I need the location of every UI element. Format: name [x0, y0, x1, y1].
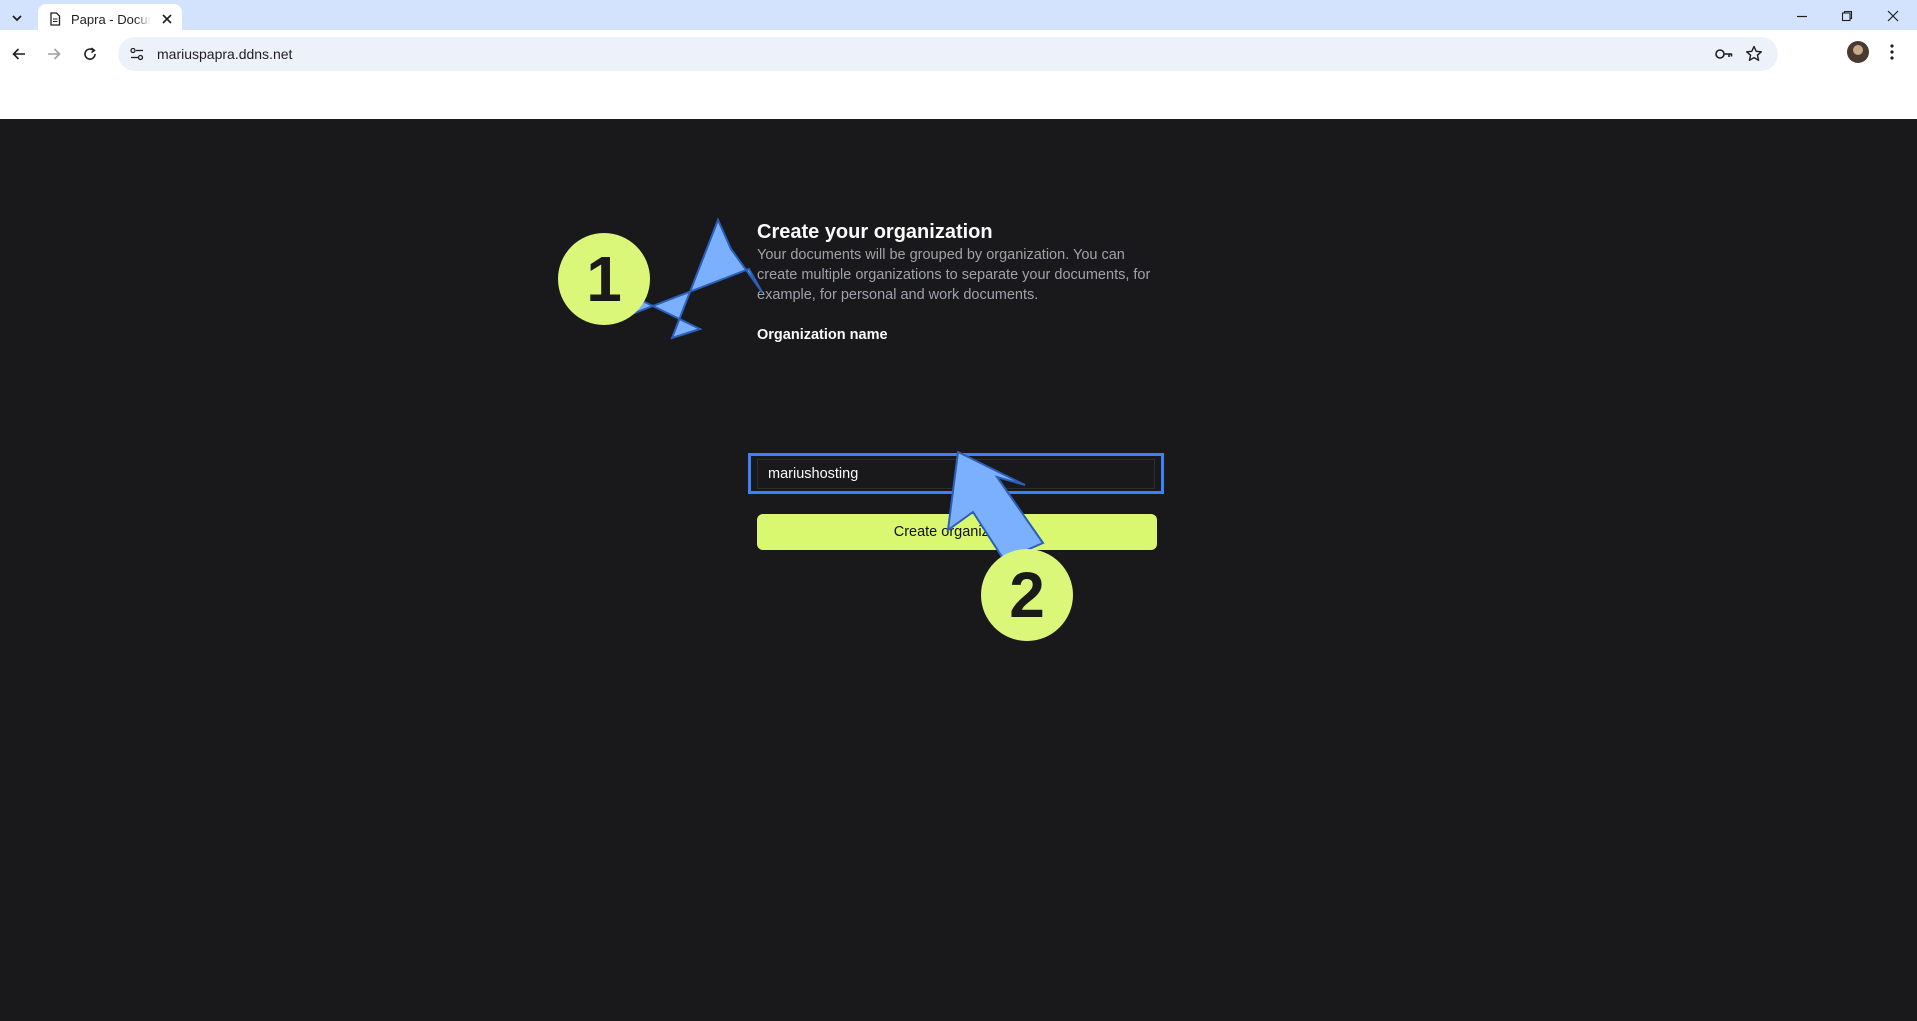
arrow-2: [946, 450, 1045, 562]
step-2-badge: 2: [981, 549, 1073, 641]
step-1-badge: 1: [558, 233, 650, 325]
annotation-arrows: [617, 217, 1045, 562]
